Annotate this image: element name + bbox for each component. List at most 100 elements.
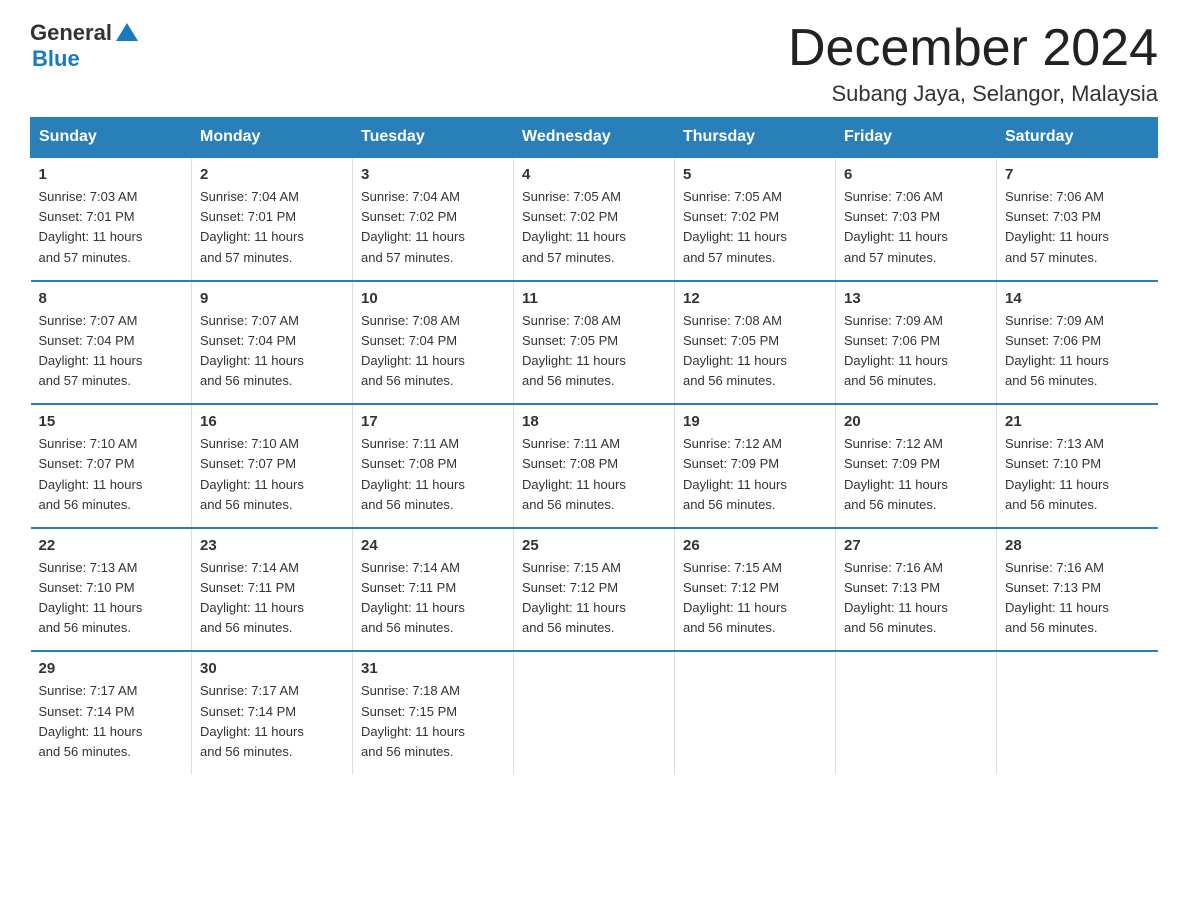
logo-triangle-icon [116,21,138,43]
calendar-cell: 27 Sunrise: 7:16 AM Sunset: 7:13 PM Dayl… [836,528,997,652]
day-info: Sunrise: 7:16 AM Sunset: 7:13 PM Dayligh… [1005,558,1150,639]
day-number: 8 [39,290,184,307]
day-number: 29 [39,660,184,677]
calendar-cell: 15 Sunrise: 7:10 AM Sunset: 7:07 PM Dayl… [31,404,192,528]
calendar-cell: 4 Sunrise: 7:05 AM Sunset: 7:02 PM Dayli… [514,157,675,281]
day-info: Sunrise: 7:08 AM Sunset: 7:04 PM Dayligh… [361,311,505,392]
day-number: 21 [1005,413,1150,430]
day-number: 24 [361,537,505,554]
day-info: Sunrise: 7:07 AM Sunset: 7:04 PM Dayligh… [39,311,184,392]
header-thursday: Thursday [675,118,836,158]
calendar-cell [675,651,836,774]
day-number: 1 [39,166,184,183]
day-number: 9 [200,290,344,307]
page-header: General Blue December 2024 Subang Jaya, … [30,20,1158,107]
day-number: 6 [844,166,988,183]
calendar-cell: 5 Sunrise: 7:05 AM Sunset: 7:02 PM Dayli… [675,157,836,281]
day-info: Sunrise: 7:14 AM Sunset: 7:11 PM Dayligh… [200,558,344,639]
calendar-cell [997,651,1158,774]
logo-blue-text: Blue [32,46,80,71]
calendar-header-row: SundayMondayTuesdayWednesdayThursdayFrid… [31,118,1158,158]
day-number: 28 [1005,537,1150,554]
day-number: 17 [361,413,505,430]
day-info: Sunrise: 7:06 AM Sunset: 7:03 PM Dayligh… [1005,187,1150,268]
logo: General Blue [30,20,138,72]
day-info: Sunrise: 7:18 AM Sunset: 7:15 PM Dayligh… [361,681,505,762]
calendar-cell: 6 Sunrise: 7:06 AM Sunset: 7:03 PM Dayli… [836,157,997,281]
day-number: 31 [361,660,505,677]
day-info: Sunrise: 7:11 AM Sunset: 7:08 PM Dayligh… [361,434,505,515]
day-number: 25 [522,537,666,554]
day-number: 12 [683,290,827,307]
day-number: 18 [522,413,666,430]
calendar-cell: 7 Sunrise: 7:06 AM Sunset: 7:03 PM Dayli… [997,157,1158,281]
month-title: December 2024 [788,20,1158,77]
day-number: 27 [844,537,988,554]
day-number: 26 [683,537,827,554]
day-info: Sunrise: 7:09 AM Sunset: 7:06 PM Dayligh… [1005,311,1150,392]
day-number: 14 [1005,290,1150,307]
day-info: Sunrise: 7:04 AM Sunset: 7:02 PM Dayligh… [361,187,505,268]
calendar-cell: 3 Sunrise: 7:04 AM Sunset: 7:02 PM Dayli… [353,157,514,281]
calendar-cell: 17 Sunrise: 7:11 AM Sunset: 7:08 PM Dayl… [353,404,514,528]
calendar-week-row: 15 Sunrise: 7:10 AM Sunset: 7:07 PM Dayl… [31,404,1158,528]
calendar-cell: 8 Sunrise: 7:07 AM Sunset: 7:04 PM Dayli… [31,281,192,405]
logo-general-text: General [30,20,112,46]
day-number: 22 [39,537,184,554]
calendar-cell: 1 Sunrise: 7:03 AM Sunset: 7:01 PM Dayli… [31,157,192,281]
day-info: Sunrise: 7:17 AM Sunset: 7:14 PM Dayligh… [39,681,184,762]
calendar-cell: 29 Sunrise: 7:17 AM Sunset: 7:14 PM Dayl… [31,651,192,774]
day-number: 23 [200,537,344,554]
day-number: 16 [200,413,344,430]
day-info: Sunrise: 7:10 AM Sunset: 7:07 PM Dayligh… [39,434,184,515]
day-number: 7 [1005,166,1150,183]
day-info: Sunrise: 7:10 AM Sunset: 7:07 PM Dayligh… [200,434,344,515]
header-saturday: Saturday [997,118,1158,158]
day-number: 3 [361,166,505,183]
calendar-cell: 13 Sunrise: 7:09 AM Sunset: 7:06 PM Dayl… [836,281,997,405]
calendar-cell: 30 Sunrise: 7:17 AM Sunset: 7:14 PM Dayl… [192,651,353,774]
day-number: 10 [361,290,505,307]
calendar-cell: 28 Sunrise: 7:16 AM Sunset: 7:13 PM Dayl… [997,528,1158,652]
day-info: Sunrise: 7:04 AM Sunset: 7:01 PM Dayligh… [200,187,344,268]
day-info: Sunrise: 7:16 AM Sunset: 7:13 PM Dayligh… [844,558,988,639]
calendar-cell: 24 Sunrise: 7:14 AM Sunset: 7:11 PM Dayl… [353,528,514,652]
calendar-cell: 18 Sunrise: 7:11 AM Sunset: 7:08 PM Dayl… [514,404,675,528]
calendar-cell: 31 Sunrise: 7:18 AM Sunset: 7:15 PM Dayl… [353,651,514,774]
calendar-week-row: 22 Sunrise: 7:13 AM Sunset: 7:10 PM Dayl… [31,528,1158,652]
calendar-cell: 19 Sunrise: 7:12 AM Sunset: 7:09 PM Dayl… [675,404,836,528]
day-number: 15 [39,413,184,430]
day-info: Sunrise: 7:13 AM Sunset: 7:10 PM Dayligh… [39,558,184,639]
day-info: Sunrise: 7:12 AM Sunset: 7:09 PM Dayligh… [683,434,827,515]
day-number: 11 [522,290,666,307]
day-info: Sunrise: 7:12 AM Sunset: 7:09 PM Dayligh… [844,434,988,515]
day-number: 2 [200,166,344,183]
calendar-cell: 14 Sunrise: 7:09 AM Sunset: 7:06 PM Dayl… [997,281,1158,405]
calendar-cell: 23 Sunrise: 7:14 AM Sunset: 7:11 PM Dayl… [192,528,353,652]
calendar-cell: 2 Sunrise: 7:04 AM Sunset: 7:01 PM Dayli… [192,157,353,281]
day-number: 30 [200,660,344,677]
day-info: Sunrise: 7:13 AM Sunset: 7:10 PM Dayligh… [1005,434,1150,515]
calendar-cell: 10 Sunrise: 7:08 AM Sunset: 7:04 PM Dayl… [353,281,514,405]
header-sunday: Sunday [31,118,192,158]
day-info: Sunrise: 7:05 AM Sunset: 7:02 PM Dayligh… [522,187,666,268]
calendar-cell: 20 Sunrise: 7:12 AM Sunset: 7:09 PM Dayl… [836,404,997,528]
day-info: Sunrise: 7:08 AM Sunset: 7:05 PM Dayligh… [522,311,666,392]
day-info: Sunrise: 7:11 AM Sunset: 7:08 PM Dayligh… [522,434,666,515]
calendar-cell: 11 Sunrise: 7:08 AM Sunset: 7:05 PM Dayl… [514,281,675,405]
calendar-week-row: 29 Sunrise: 7:17 AM Sunset: 7:14 PM Dayl… [31,651,1158,774]
day-info: Sunrise: 7:17 AM Sunset: 7:14 PM Dayligh… [200,681,344,762]
day-info: Sunrise: 7:15 AM Sunset: 7:12 PM Dayligh… [522,558,666,639]
calendar-cell: 22 Sunrise: 7:13 AM Sunset: 7:10 PM Dayl… [31,528,192,652]
calendar-cell [514,651,675,774]
calendar-cell: 9 Sunrise: 7:07 AM Sunset: 7:04 PM Dayli… [192,281,353,405]
header-friday: Friday [836,118,997,158]
calendar-cell: 21 Sunrise: 7:13 AM Sunset: 7:10 PM Dayl… [997,404,1158,528]
day-info: Sunrise: 7:14 AM Sunset: 7:11 PM Dayligh… [361,558,505,639]
day-info: Sunrise: 7:03 AM Sunset: 7:01 PM Dayligh… [39,187,184,268]
day-number: 20 [844,413,988,430]
day-info: Sunrise: 7:08 AM Sunset: 7:05 PM Dayligh… [683,311,827,392]
location-title: Subang Jaya, Selangor, Malaysia [788,81,1158,107]
calendar-cell: 12 Sunrise: 7:08 AM Sunset: 7:05 PM Dayl… [675,281,836,405]
calendar-cell: 25 Sunrise: 7:15 AM Sunset: 7:12 PM Dayl… [514,528,675,652]
